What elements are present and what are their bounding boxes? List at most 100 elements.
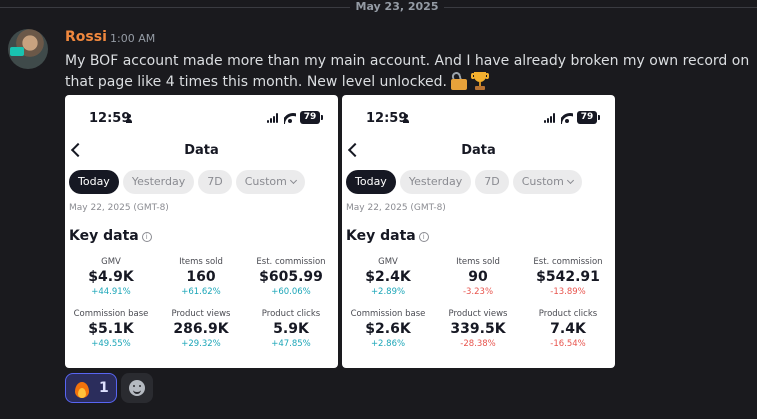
metric-value: $4.9K [88,269,134,285]
attachment-image-1[interactable]: 12:59 79 Data Today Yesterday 7D Custom … [65,95,338,368]
date-divider: May 23, 2025 [0,0,757,14]
status-time: 12:59 [366,111,408,126]
message-text: My BOF account made more than my main ac… [65,51,755,93]
section-title: Key data i [346,228,429,244]
metric-delta: +44.91% [91,287,131,297]
message-timestamp[interactable]: 1:00 AM [110,32,155,45]
metric-delta: +61.62% [181,287,221,297]
unlock-icon [450,71,468,90]
section-title: Key data i [69,228,152,244]
add-reaction-button[interactable] [121,373,153,403]
person-icon [403,114,409,123]
metric-delta: -16.54% [550,339,586,349]
wifi-icon [284,112,296,124]
metric-delta: +29.32% [181,339,221,349]
filter-yesterday: Yesterday [122,170,195,194]
reaction-fire[interactable]: 1 [65,373,117,403]
phone-status-bar: 12:59 79 [342,111,615,126]
add-reaction-icon [129,380,145,396]
filter-today: Today [69,170,119,194]
info-icon: i [418,232,429,242]
metric-value: $2.4K [365,269,411,285]
chevron-down-icon [566,176,574,185]
metric-product-views: Product views 286.9K +29.32% [156,309,246,350]
metric-delta: -13.89% [550,287,586,297]
metric-est-commission: Est. commission $542.91 -13.89% [523,257,613,298]
status-time: 12:59 [89,111,131,126]
metric-delta: +49.55% [91,339,131,349]
metric-value: $542.91 [536,269,600,285]
metric-label: Commission base [73,309,149,319]
section-title-text: Key data [346,228,416,244]
metric-gmv: GMV $4.9K +44.91% [66,257,156,298]
metric-label: GMV [378,257,398,267]
message-body: My BOF account made more than my main ac… [65,53,750,90]
filter-custom-label: Custom [521,175,564,188]
metric-delta: -28.38% [460,339,496,349]
metric-commission-base: Commission base $5.1K +49.55% [66,309,156,350]
metric-value: 286.9K [173,321,229,337]
section-title-text: Key data [69,228,139,244]
filter-custom: Custom [235,170,305,194]
metric-label: Est. commission [256,257,326,267]
metric-items-sold: Items sold 90 -3.23% [433,257,523,298]
metric-delta: +60.06% [271,287,311,297]
metric-product-clicks: Product clicks 7.4K -16.54% [523,309,613,350]
metric-delta: +2.86% [370,339,406,349]
date-range: May 22, 2025 (GMT-8) [346,203,446,213]
date-filter-tabs: Today Yesterday 7D Custom [69,170,305,194]
metric-product-clicks: Product clicks 5.9K +47.85% [246,309,336,350]
metric-delta: +2.89% [370,287,406,297]
metric-label: Product views [171,309,231,319]
attachment-image-2[interactable]: 12:59 79 Data Today Yesterday 7D Custom … [342,95,615,368]
metric-value: 5.9K [273,321,309,337]
metric-est-commission: Est. commission $605.99 +60.06% [246,257,336,298]
trophy-icon [471,72,489,90]
signal-icon [544,113,557,123]
metric-value: 160 [186,269,216,285]
wifi-icon [561,112,573,124]
phone-status-bar: 12:59 79 [65,111,338,126]
metric-label: Product clicks [261,309,321,319]
metric-label: Commission base [350,309,426,319]
metric-label: Est. commission [533,257,603,267]
metric-label: Product clicks [538,309,598,319]
metric-product-views: Product views 339.5K -28.38% [433,309,523,350]
person-icon [126,114,132,123]
filter-today: Today [346,170,396,194]
nav-bar: Data [65,141,338,161]
filter-7d: 7D [475,170,509,194]
date-range: May 22, 2025 (GMT-8) [69,203,169,213]
filter-yesterday: Yesterday [399,170,472,194]
info-icon: i [141,232,152,242]
metric-gmv: GMV $2.4K +2.89% [343,257,433,298]
filter-custom: Custom [512,170,582,194]
metric-value: $5.1K [88,321,134,337]
filter-custom-label: Custom [244,175,287,188]
divider-line-left [0,7,350,8]
metric-delta: -3.23% [462,287,494,297]
date-filter-tabs: Today Yesterday 7D Custom [346,170,582,194]
chevron-down-icon [289,176,297,185]
metric-delta: +47.85% [271,339,311,349]
metric-items-sold: Items sold 160 +61.62% [156,257,246,298]
page-title: Data [461,143,496,158]
battery-icon: 79 [577,111,600,124]
page-title: Data [184,143,219,158]
metric-value: $2.6K [365,321,411,337]
reaction-count: 1 [99,380,109,396]
battery-icon: 79 [300,111,323,124]
divider-date: May 23, 2025 [355,0,439,13]
metric-label: Product views [448,309,508,319]
metric-label: Items sold [179,257,223,267]
metric-label: GMV [101,257,121,267]
metric-value: 90 [468,269,488,285]
metric-label: Items sold [456,257,500,267]
signal-icon [267,113,280,123]
avatar[interactable] [8,29,48,69]
metric-commission-base: Commission base $2.6K +2.86% [343,309,433,350]
fire-icon [74,380,90,398]
nav-bar: Data [342,141,615,161]
metric-value: $605.99 [259,269,323,285]
author-name[interactable]: Rossi [65,29,107,45]
